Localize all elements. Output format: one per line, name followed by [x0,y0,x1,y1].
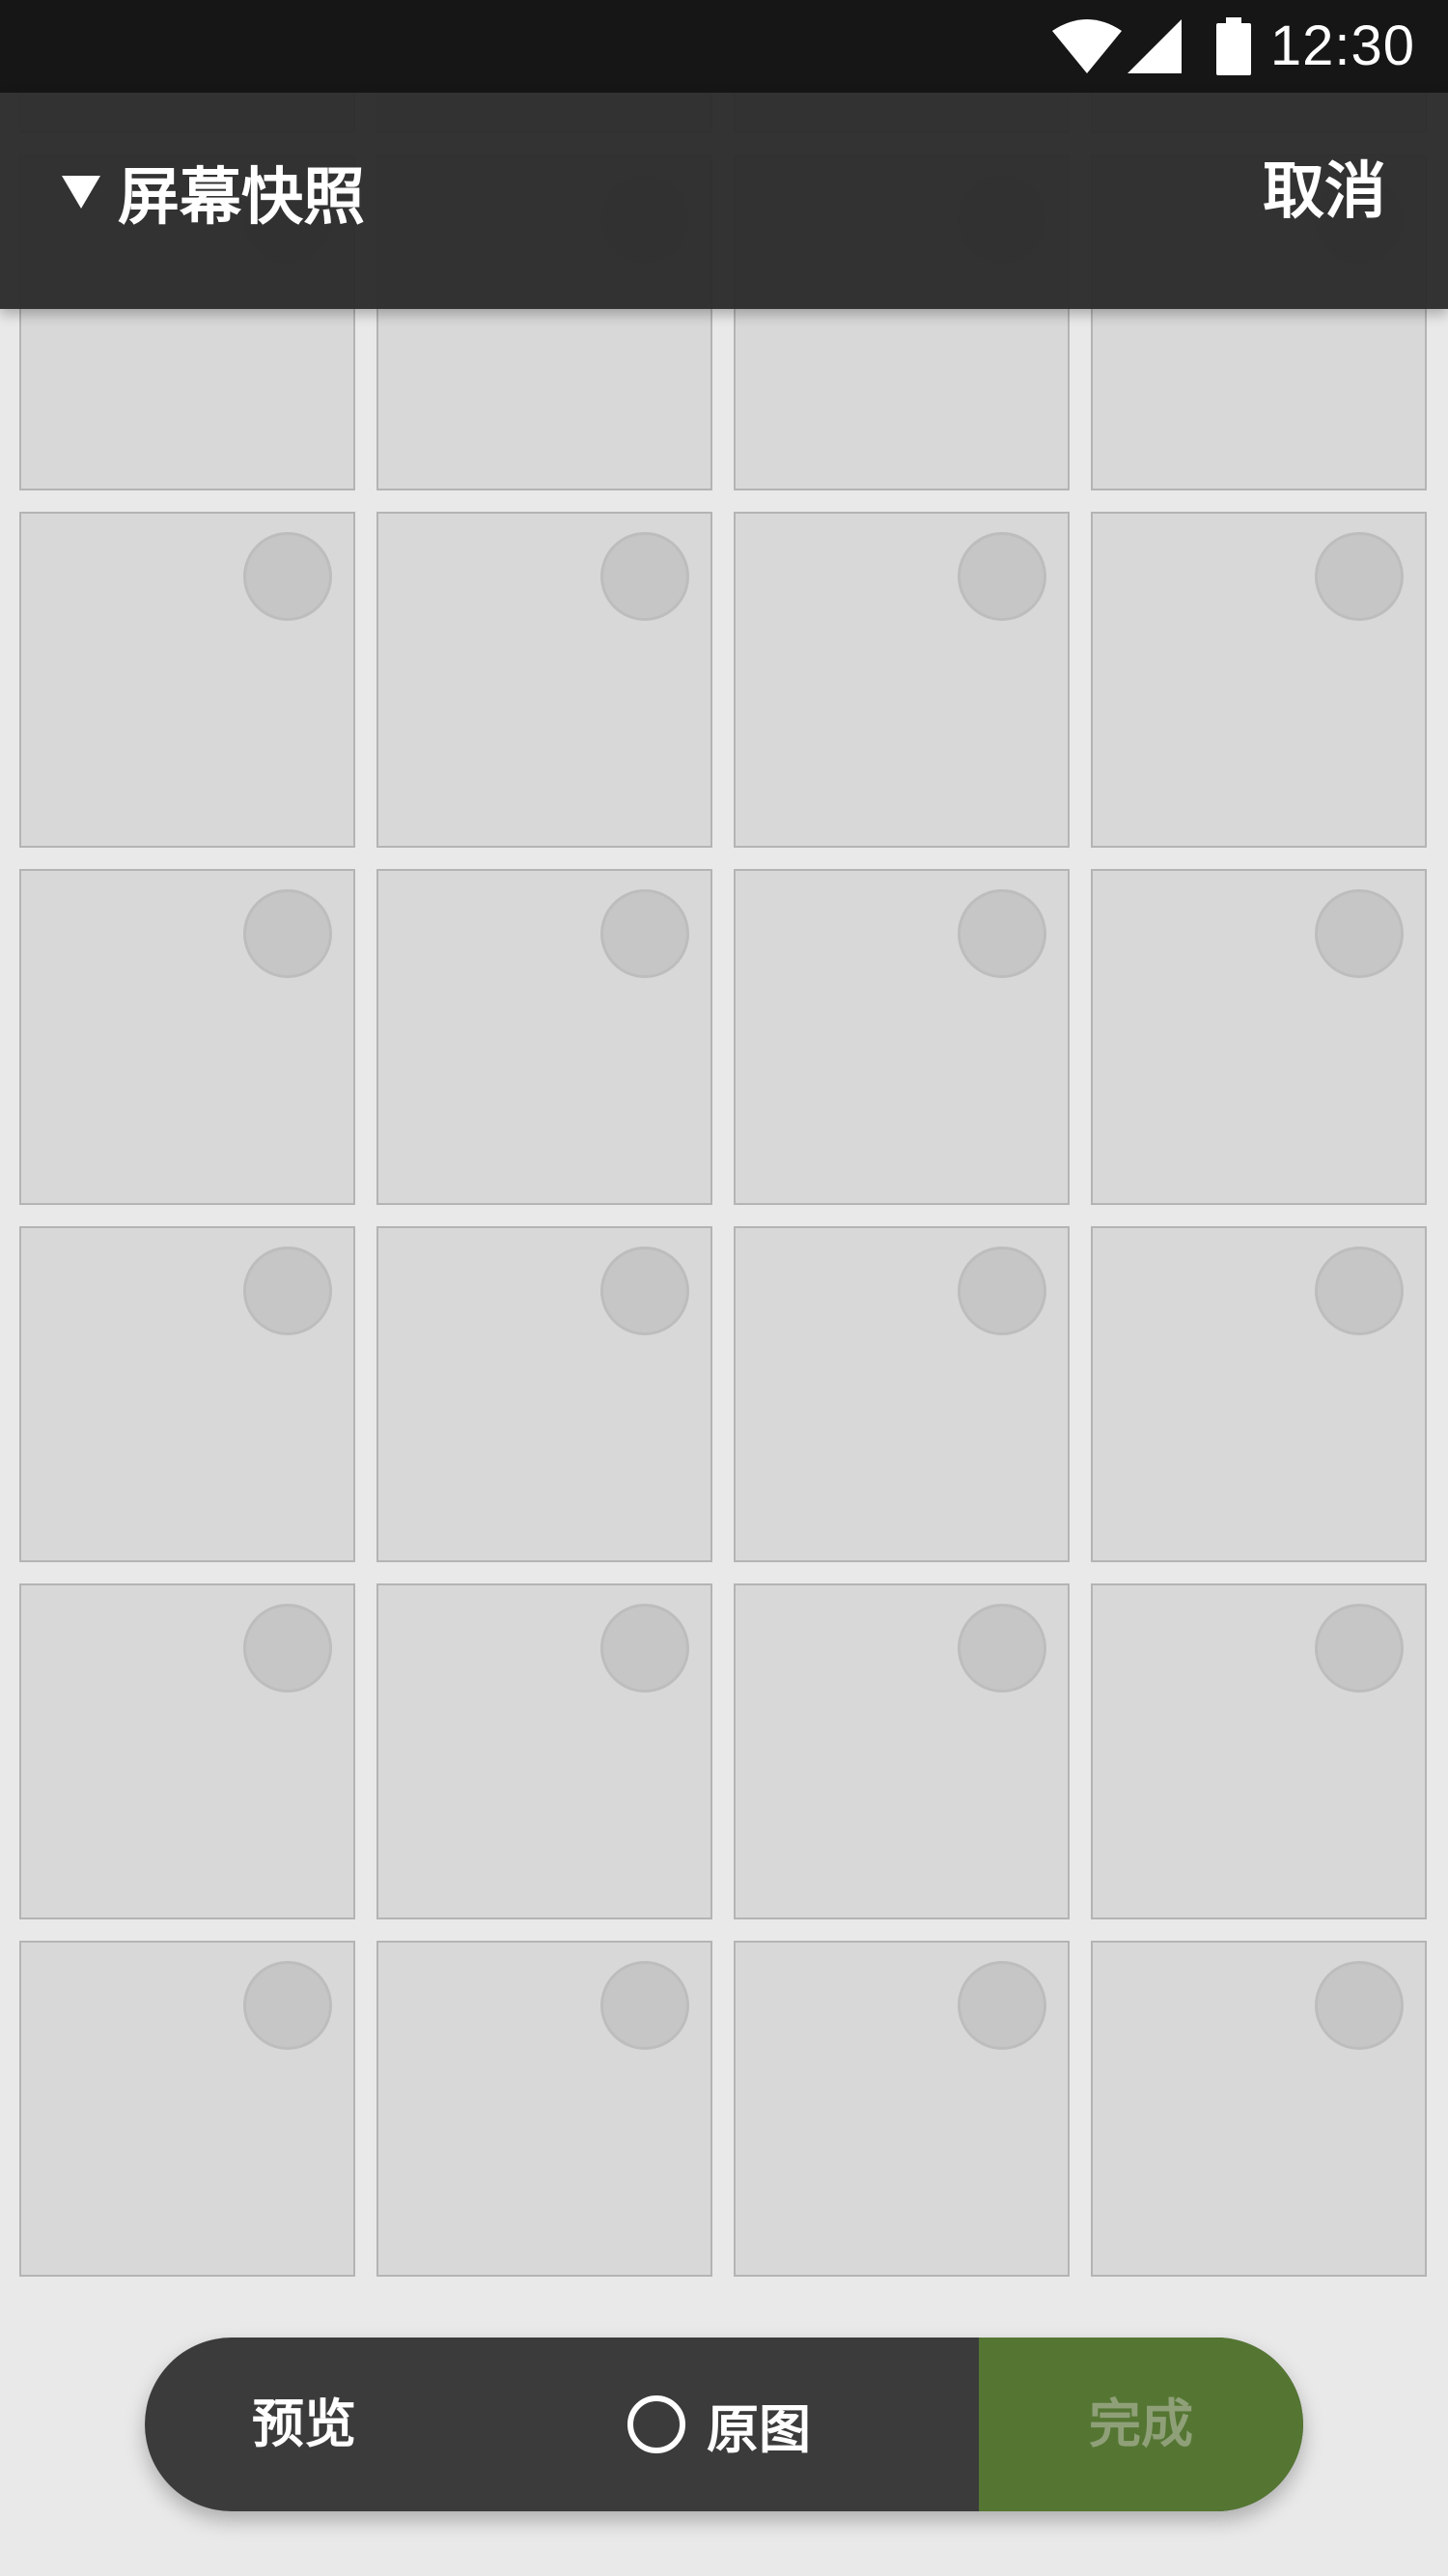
select-circle-icon[interactable] [1315,532,1404,621]
select-circle-icon[interactable] [243,889,332,978]
select-circle-icon[interactable] [1315,1246,1404,1335]
original-label: 原图 [707,2398,811,2460]
select-circle-icon[interactable] [600,1604,689,1693]
photo-thumbnail[interactable] [376,1583,712,1919]
photo-thumbnail[interactable] [734,1583,1070,1919]
battery-icon [1216,17,1251,75]
select-circle-icon[interactable] [243,1604,332,1693]
photo-thumbnail[interactable] [734,1226,1070,1562]
cell-signal-icon [1128,19,1182,73]
photo-thumbnail[interactable] [734,869,1070,1205]
select-circle-icon[interactable] [600,1246,689,1335]
select-circle-icon[interactable] [1315,1961,1404,2050]
triangle-down-icon [62,176,100,209]
wifi-icon [1052,19,1122,73]
photo-thumbnail[interactable] [734,1941,1070,2277]
photo-thumbnail[interactable] [19,1583,355,1919]
title-bar: 屏幕快照 取消 [0,93,1448,309]
select-circle-icon[interactable] [958,889,1046,978]
select-circle-icon[interactable] [1315,889,1404,978]
status-bar: 12:30 [0,0,1448,93]
select-circle-icon[interactable] [1315,1604,1404,1693]
photo-thumbnail[interactable] [376,512,712,848]
select-circle-icon[interactable] [958,532,1046,621]
photo-thumbnail[interactable] [19,512,355,848]
photo-thumbnail[interactable] [1091,1941,1427,2277]
select-circle-icon[interactable] [958,1246,1046,1335]
cancel-button[interactable]: 取消 [1263,149,1386,236]
select-circle-icon[interactable] [243,532,332,621]
photo-grid [0,0,1448,2317]
preview-button[interactable]: 预览 [145,2338,463,2511]
photo-thumbnail[interactable] [734,512,1070,848]
photo-thumbnail[interactable] [376,869,712,1205]
photo-thumbnail[interactable] [19,1226,355,1562]
photo-thumbnail[interactable] [1091,512,1427,848]
original-image-toggle[interactable]: 原图 [627,2338,811,2511]
bottom-action-bar: 预览 原图 完成 [145,2338,1303,2511]
album-selector[interactable]: 屏幕快照 [62,149,365,236]
done-button[interactable]: 完成 [979,2338,1303,2511]
select-circle-icon[interactable] [958,1961,1046,2050]
select-circle-icon[interactable] [243,1961,332,2050]
radio-circle-icon [627,2395,685,2453]
select-circle-icon[interactable] [600,889,689,978]
select-circle-icon[interactable] [243,1246,332,1335]
select-circle-icon[interactable] [600,1961,689,2050]
album-label: 屏幕快照 [118,162,365,234]
photo-thumbnail[interactable] [1091,869,1427,1205]
photo-thumbnail[interactable] [19,869,355,1205]
status-time: 12:30 [1269,14,1415,77]
photo-thumbnail[interactable] [1091,1226,1427,1562]
photo-thumbnail[interactable] [376,1941,712,2277]
select-circle-icon[interactable] [958,1604,1046,1693]
select-circle-icon[interactable] [600,532,689,621]
photo-thumbnail[interactable] [1091,1583,1427,1919]
photo-thumbnail[interactable] [19,1941,355,2277]
photo-thumbnail[interactable] [376,1226,712,1562]
